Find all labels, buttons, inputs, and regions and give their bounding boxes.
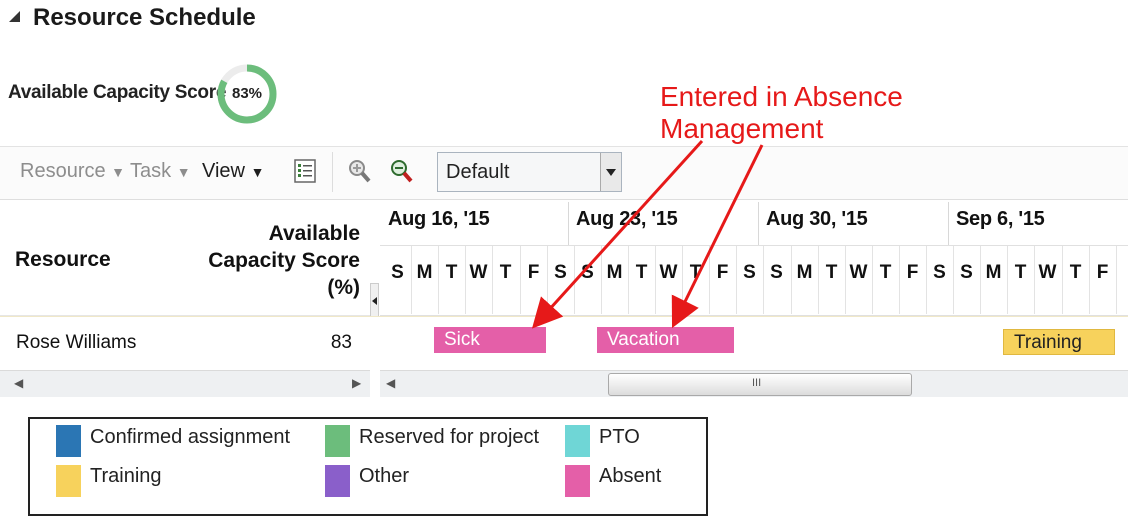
annotation-arrow-vacation — [671, 144, 764, 329]
annotation-arrows — [531, 139, 764, 329]
annotation-arrow-sick — [531, 139, 704, 329]
